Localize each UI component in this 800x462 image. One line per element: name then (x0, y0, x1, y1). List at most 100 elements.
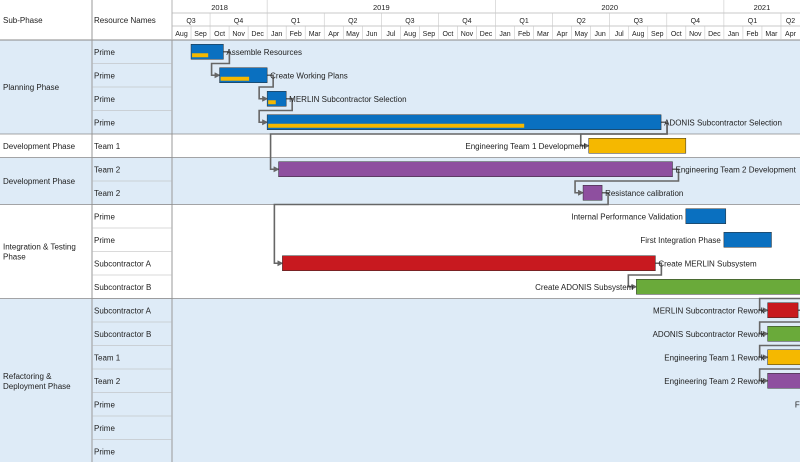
month-label: Nov (689, 31, 702, 38)
task-progress (220, 76, 250, 81)
task-bar (282, 255, 656, 271)
month-label: Oct (442, 31, 453, 38)
task-bar (582, 185, 603, 201)
quarter-label: Q2 (576, 18, 585, 25)
month-label: Nov (461, 31, 474, 38)
resource-name: Prime (94, 212, 115, 221)
task-label: MERLIN Subcontractor Rework (653, 306, 766, 315)
month-label: Jul (386, 31, 395, 38)
resource-name: Team 2 (94, 377, 121, 386)
month-label: Jul (615, 31, 624, 38)
task-bar (767, 302, 799, 318)
month-label: Nov (232, 31, 245, 38)
month-label: Apr (785, 31, 797, 38)
year-label: 2020 (601, 3, 618, 12)
month-label: Aug (632, 31, 645, 38)
resource-name: Subcontractor B (94, 330, 151, 339)
task-label: First Integration Phase (640, 236, 721, 245)
year-label: 2018 (211, 3, 228, 12)
task-label: Engineering Team 2 Rework (664, 377, 765, 386)
quarter-label: Q2 (786, 18, 795, 25)
month-label: Jan (728, 31, 739, 38)
task-bar (278, 161, 673, 177)
task-bar (767, 349, 800, 365)
month-label: Dec (708, 31, 721, 38)
task-bar (723, 232, 772, 248)
month-label: Mar (537, 31, 550, 38)
task-progress (268, 100, 276, 105)
task-label: Final Integration (795, 400, 800, 409)
gantt-chart: Sub-Phase Resource Names Aug Sep Oct Nov Dec Ja… (0, 0, 800, 462)
quarter-label: Q1 (519, 18, 528, 25)
quarter-label: Q4 (462, 18, 471, 25)
task-label: Assemble Resources (226, 48, 302, 57)
task-label: Resistance calibration (605, 189, 683, 198)
task-bar (588, 138, 687, 154)
task-bar (767, 373, 800, 389)
month-label: Jan (271, 31, 282, 38)
task-bar (685, 208, 727, 224)
month-label: Sep (651, 31, 664, 38)
month-label: Apr (557, 31, 569, 38)
group-label: Development Phase (3, 142, 76, 151)
month-label: Jun (366, 31, 377, 38)
task-label: Engineering Team 2 Development (675, 165, 796, 174)
month-label: Oct (671, 31, 682, 38)
resource-name: Prime (94, 48, 115, 57)
year-label: 2021 (754, 3, 771, 12)
resource-name: Team 1 (94, 353, 121, 362)
task-progress (192, 53, 209, 58)
resource-name: Subcontractor B (94, 283, 151, 292)
resource-name: Team 2 (94, 189, 121, 198)
task-progress (268, 123, 525, 128)
task-label: Create Working Plans (270, 71, 348, 80)
quarter-label: Q4 (234, 18, 243, 25)
group-label: Integration & Testing Phase (3, 243, 76, 262)
month-label: Aug (175, 31, 188, 38)
month-label: Dec (480, 31, 493, 38)
resource-name: Prime (94, 118, 115, 127)
month-label: Jan (499, 31, 510, 38)
quarter-label: Q4 (691, 18, 700, 25)
quarter-label: Q3 (186, 18, 195, 25)
resource-name: Prime (94, 400, 115, 409)
month-label: Jun (595, 31, 606, 38)
task-label: MERLIN Subcontractor Selection (289, 95, 406, 104)
resource-name: Team 2 (94, 165, 121, 174)
resource-name: Prime (94, 236, 115, 245)
gantt-chart-window: Sub-Phase Resource Names Aug Sep Oct Nov Dec Ja… (0, 0, 800, 462)
month-label: Feb (518, 31, 530, 38)
year-label: 2019 (373, 3, 390, 12)
month-label: Aug (404, 31, 417, 38)
subphase-column-header: Sub-Phase (3, 16, 43, 25)
resource-name: Subcontractor A (94, 306, 152, 315)
quarter-label: Q3 (405, 18, 414, 25)
month-label: Dec (251, 31, 264, 38)
resource-name: Prime (94, 71, 115, 80)
month-label: Feb (290, 31, 302, 38)
resource-name: Prime (94, 95, 115, 104)
quarter-label: Q2 (348, 18, 357, 25)
resource-name: Team 1 (94, 142, 121, 151)
task-label: Create MERLIN Subsystem (658, 259, 757, 268)
month-label: Mar (309, 31, 322, 38)
group-label: Development Phase (3, 177, 76, 186)
quarter-label: Q1 (748, 18, 757, 25)
resource-name: Prime (94, 424, 115, 433)
month-label: Sep (194, 31, 207, 38)
task-label: ADONIS Subcontractor Rework (653, 330, 766, 339)
month-label: Oct (214, 31, 225, 38)
quarter-label: Q1 (291, 18, 300, 25)
resource-name: Subcontractor A (94, 259, 152, 268)
month-label: Apr (328, 31, 340, 38)
task-label: Internal Performance Validation (571, 212, 682, 221)
month-label: May (346, 31, 360, 38)
month-label: Mar (765, 31, 778, 38)
month-label: May (575, 31, 589, 38)
resource-column-header: Resource Names (94, 16, 156, 25)
task-bar (636, 279, 800, 295)
month-label: Sep (423, 31, 436, 38)
task-label: Engineering Team 1 Rework (664, 353, 765, 362)
task-label: ADONIS Subcontractor Selection (664, 118, 782, 127)
task-label: Create ADONIS Subsystem (535, 283, 634, 292)
